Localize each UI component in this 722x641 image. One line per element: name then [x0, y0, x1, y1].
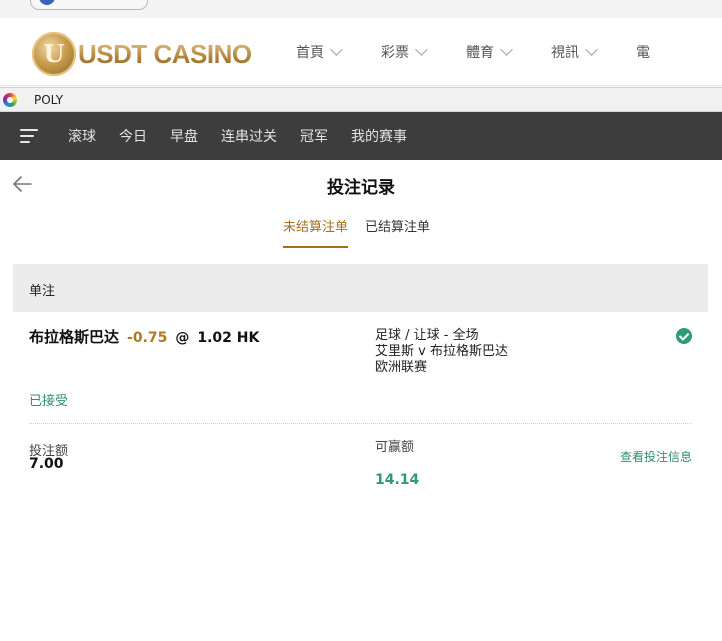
- bet-league: 欧洲联赛: [375, 360, 428, 375]
- sports-nav: 滚球 今日 早盘 连串过关 冠军 我的赛事: [0, 112, 722, 160]
- sports-tabs: 滚球 今日 早盘 连串过关 冠军 我的赛事: [68, 112, 430, 160]
- site-nav-video[interactable]: 視訊: [551, 42, 598, 62]
- logo-coin-icon: U: [32, 32, 76, 76]
- tab-settled[interactable]: 已结算注单: [365, 218, 430, 248]
- tab-live[interactable]: 滚球: [68, 126, 96, 146]
- tab-unsettled[interactable]: 未结算注单: [283, 218, 349, 248]
- poly-logo-icon: [3, 93, 17, 107]
- top-pill-button[interactable]: [30, 0, 148, 10]
- tab-parlay[interactable]: 连串过关: [221, 126, 277, 146]
- tab-today[interactable]: 今日: [119, 126, 147, 146]
- tab-early[interactable]: 早盘: [170, 126, 198, 146]
- stake-value: 7.00: [29, 456, 64, 472]
- app-icon: [39, 0, 55, 5]
- site-nav-home[interactable]: 首頁: [296, 42, 343, 62]
- frame-title-bar: POLY: [0, 87, 722, 112]
- logo-text: USDT CASINO: [78, 38, 252, 69]
- bet-status-tabs: 未结算注单 已结算注单: [283, 218, 447, 248]
- section-header: 单注: [13, 264, 708, 312]
- browser-top-strip: [0, 0, 722, 18]
- win-label: 可赢额: [375, 440, 415, 455]
- page-title: 投注记录: [327, 178, 395, 198]
- bet-details: 足球 / 让球 - 全场 艾里斯 v 布拉格斯巴达 欧洲联赛: [375, 328, 508, 376]
- site-logo[interactable]: U USDT CASINO: [32, 31, 252, 77]
- site-nav-label: 首頁: [296, 45, 324, 61]
- bet-handicap: -0.75: [127, 330, 168, 346]
- bet-selection: 布拉格斯巴达: [29, 328, 120, 346]
- site-nav-sports[interactable]: 體育: [466, 42, 513, 62]
- bet-selection-line: 布拉格斯巴达 -0.75 @ 1.02 HK: [29, 326, 259, 347]
- site-nav-label: 視訊: [551, 45, 579, 61]
- check-circle-icon: [676, 328, 692, 344]
- win-value: 14.14: [375, 472, 420, 488]
- chevron-down-icon: [330, 43, 343, 56]
- section-heading: 单注: [29, 284, 56, 299]
- tab-my-events[interactable]: 我的赛事: [351, 126, 407, 146]
- site-nav: 首頁 彩票 體育 視訊 電: [296, 18, 690, 86]
- chevron-down-icon: [500, 43, 513, 56]
- status-badge: 已接受: [29, 394, 69, 409]
- view-bet-info-link[interactable]: 查看投注信息: [620, 448, 692, 465]
- bet-match: 艾里斯 v 布拉格斯巴达: [375, 344, 508, 359]
- tab-outright[interactable]: 冠军: [300, 126, 328, 146]
- site-nav-label: 彩票: [381, 45, 409, 61]
- divider: [29, 423, 692, 424]
- bet-market: 足球 / 让球 - 全场: [375, 328, 479, 343]
- site-nav-lottery[interactable]: 彩票: [381, 42, 428, 62]
- bet-odds: 1.02 HK: [197, 330, 260, 346]
- site-nav-label: 電: [636, 45, 650, 61]
- menu-icon[interactable]: [20, 129, 38, 143]
- frame-title: POLY: [34, 93, 64, 107]
- site-header: U USDT CASINO 首頁 彩票 體育 視訊 電: [0, 18, 722, 86]
- site-nav-label: 體育: [466, 45, 494, 61]
- chevron-down-icon: [585, 43, 598, 56]
- site-nav-electronic[interactable]: 電: [636, 42, 650, 62]
- chevron-down-icon: [415, 43, 428, 56]
- bet-at-sign: @: [175, 330, 190, 346]
